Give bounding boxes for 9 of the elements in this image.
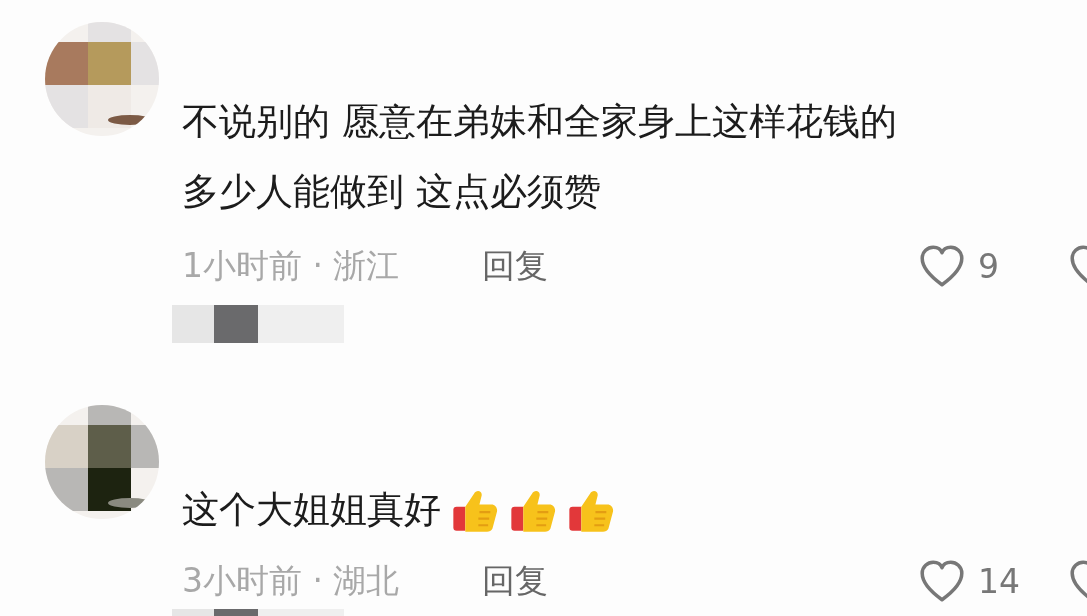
comment-text: 不说别的 愿意在弟妹和全家身上这样花钱的 — [182, 99, 897, 145]
comment-time: 3小时前 · 湖北 — [182, 559, 401, 602]
comment-time: 1小时前 · 浙江 — [182, 244, 401, 287]
like-count: 14 — [978, 561, 1020, 601]
like-count: 9 — [978, 246, 999, 286]
comment-text: 这个大姐姐真好 — [182, 487, 441, 533]
comment-text: 多少人能做到 这点必须赞 — [182, 169, 601, 215]
reply-button[interactable]: 回复 — [482, 558, 548, 604]
reply-button[interactable]: 回复 — [482, 243, 548, 289]
